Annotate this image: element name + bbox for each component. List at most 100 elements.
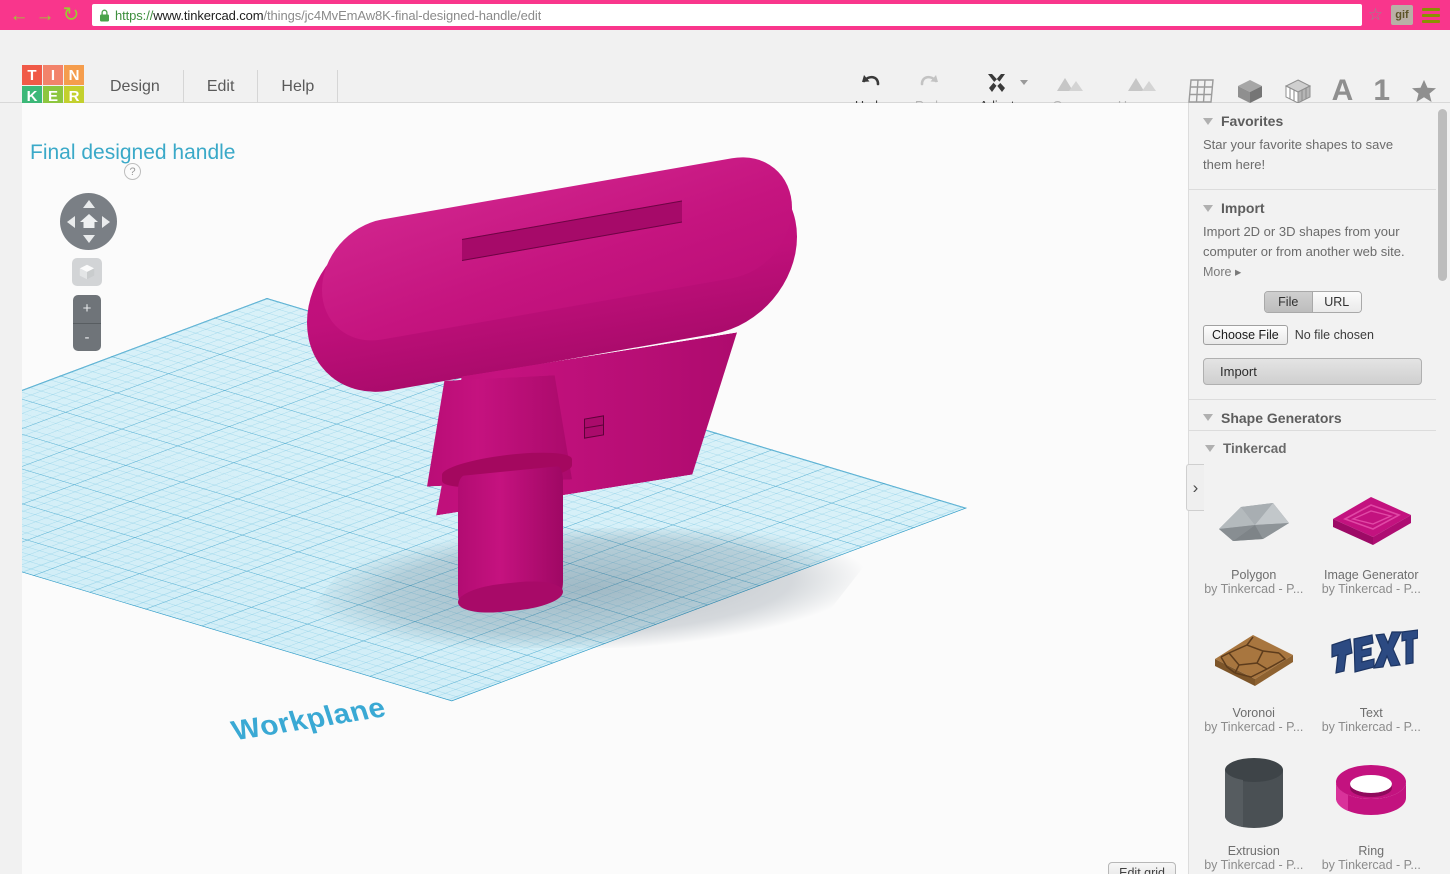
handle-3d-model[interactable] (22, 103, 1188, 874)
forward-arrow-icon[interactable]: → (32, 2, 58, 28)
url-domain: www.tinkercad.com (153, 7, 264, 23)
import-source-tabs: File URL (1263, 290, 1362, 313)
extrusion-shape-icon (1199, 752, 1309, 840)
shape-author: by Tinkercad - P... (1204, 719, 1304, 734)
shape-name: Image Generator (1324, 567, 1419, 582)
undo-arrow-icon (858, 70, 882, 96)
favorites-section: Favorites Star your favorite shapes to s… (1189, 103, 1436, 191)
shape-generator-grid: Polygon by Tinkercad - P... Image Genera… (1189, 456, 1436, 874)
import-more-link[interactable]: More ▸ (1203, 264, 1422, 279)
shape-author: by Tinkercad - P... (1321, 581, 1421, 596)
adjust-tools-icon (984, 70, 1010, 96)
bookmark-star-icon[interactable]: ☆ (1368, 5, 1383, 25)
help-badge[interactable]: ? (124, 163, 141, 180)
browser-toolbar: ← → ↻ https://www.tinkercad.com/things/j… (0, 0, 1450, 30)
view-navigation-widget: ? + - (60, 163, 170, 363)
shape-name: Ring (1358, 843, 1385, 858)
panel-collapse-toggle[interactable]: › (1186, 464, 1204, 511)
import-header[interactable]: Import (1203, 200, 1422, 216)
panel-scrollbar-thumb[interactable] (1438, 109, 1447, 281)
gif-extension-icon[interactable]: gif (1391, 5, 1413, 25)
main-menu: Design Edit Help (100, 70, 339, 104)
app-left-gutter (0, 30, 22, 874)
text-shape-icon (1317, 614, 1427, 702)
favorites-star-icon[interactable] (1410, 77, 1438, 105)
import-title: Import (1221, 200, 1265, 217)
group-shapes-icon (1055, 70, 1085, 96)
arrow-left-icon[interactable] (67, 215, 75, 228)
zoom-controls: + - (73, 295, 101, 351)
image-generator-icon (1317, 476, 1427, 564)
chevron-down-icon[interactable] (1203, 117, 1213, 125)
lock-icon (99, 9, 110, 22)
panel-scroll-content: Favorites Star your favorite shapes to s… (1189, 103, 1436, 874)
favorites-body: Star your favorite shapes to save them h… (1203, 137, 1394, 173)
url-path: /things/jc4MvEmAw8K-final-designed-handl… (263, 7, 542, 23)
workplane-grid-icon[interactable] (1186, 77, 1216, 105)
menu-item-edit[interactable]: Edit (184, 70, 259, 104)
shape-card-extrusion[interactable]: Extrusion by Tinkercad - P... (1195, 740, 1313, 874)
shape-generators-header[interactable]: Shape Generators (1203, 410, 1422, 426)
hamburger-menu-icon[interactable] (1422, 7, 1440, 23)
zoom-in-button[interactable]: + (73, 295, 101, 324)
3d-canvas[interactable]: Final designed handle Workplane ? + - Ed… (22, 103, 1188, 874)
arrow-down-icon[interactable] (82, 235, 95, 243)
arrow-right-icon[interactable] (102, 215, 110, 228)
back-arrow-icon[interactable]: ← (6, 2, 32, 28)
shape-card-text[interactable]: Text by Tinkercad - P... (1313, 602, 1431, 740)
shape-card-ring[interactable]: Ring by Tinkercad - P... (1313, 740, 1431, 874)
chevron-down-icon[interactable] (1020, 80, 1028, 85)
hollow-cube-icon[interactable] (1284, 77, 1312, 105)
solid-cube-icon[interactable] (1236, 77, 1264, 105)
tinkercad-subgroup-header[interactable]: Tinkercad (1189, 431, 1436, 456)
fit-to-view-button[interactable] (72, 258, 102, 286)
reload-icon[interactable]: ↻ (58, 2, 84, 28)
arrow-up-icon[interactable] (82, 200, 95, 208)
shape-author: by Tinkercad - P... (1321, 719, 1421, 734)
chevron-down-icon[interactable] (1205, 444, 1215, 452)
menu-item-help[interactable]: Help (258, 70, 339, 104)
home-view-icon[interactable] (79, 211, 99, 231)
shape-author: by Tinkercad - P... (1204, 581, 1304, 596)
menu-item-design[interactable]: Design (100, 70, 184, 104)
import-body: Import 2D or 3D shapes from your compute… (1203, 224, 1405, 260)
chevron-down-icon[interactable] (1203, 414, 1213, 422)
shape-name: Text (1359, 705, 1383, 720)
shape-generators-section: Shape Generators (1189, 400, 1436, 431)
import-section: Import Import 2D or 3D shapes from your … (1189, 190, 1436, 400)
choose-file-button[interactable]: Choose File (1203, 324, 1288, 345)
ring-shape-icon (1317, 752, 1427, 840)
view-orbit-dial[interactable] (60, 193, 117, 250)
edit-grid-button[interactable]: Edit grid (1108, 862, 1176, 874)
tinkercad-subgroup-title: Tinkercad (1223, 440, 1287, 456)
url-bar[interactable]: https://www.tinkercad.com/things/jc4MvEm… (92, 4, 1362, 26)
chevron-down-icon[interactable] (1203, 204, 1213, 212)
tinkercad-app: TINKERCAD Design Edit Help Undo (0, 30, 1450, 874)
shape-card-voronoi[interactable]: Voronoi by Tinkercad - P... (1195, 602, 1313, 740)
app-header: TINKERCAD Design Edit Help Undo (0, 30, 1450, 127)
shape-name: Voronoi (1232, 705, 1275, 720)
url-scheme: https:// (115, 7, 154, 23)
import-button[interactable]: Import (1203, 357, 1422, 385)
url-text: https://www.tinkercad.com/things/jc4MvEm… (115, 8, 541, 23)
shape-card-polygon[interactable]: Polygon by Tinkercad - P... (1195, 464, 1313, 602)
shape-author: by Tinkercad - P... (1204, 857, 1304, 872)
panel-scrollbar[interactable] (1438, 107, 1447, 870)
shapes-panel: Favorites Star your favorite shapes to s… (1188, 103, 1450, 874)
logo-tile-t: T (22, 65, 42, 85)
shape-name: Extrusion (1227, 843, 1280, 858)
zoom-out-button[interactable]: - (73, 324, 101, 352)
shape-card-image-generator[interactable]: Image Generator by Tinkercad - P... (1313, 464, 1431, 602)
shape-author: by Tinkercad - P... (1321, 857, 1421, 872)
tab-file[interactable]: File (1264, 291, 1313, 312)
ungroup-shapes-icon (1127, 70, 1157, 96)
favorites-header[interactable]: Favorites (1203, 113, 1422, 129)
file-picker-row: Choose File No file chosen (1203, 324, 1422, 345)
voronoi-shape-icon (1199, 614, 1309, 702)
tab-url[interactable]: URL (1313, 291, 1361, 312)
redo-arrow-icon (918, 70, 942, 96)
shape-generators-title: Shape Generators (1221, 409, 1342, 426)
polygon-shape-icon (1199, 476, 1309, 564)
favorites-title: Favorites (1221, 113, 1284, 129)
file-status-text: No file chosen (1294, 327, 1374, 342)
